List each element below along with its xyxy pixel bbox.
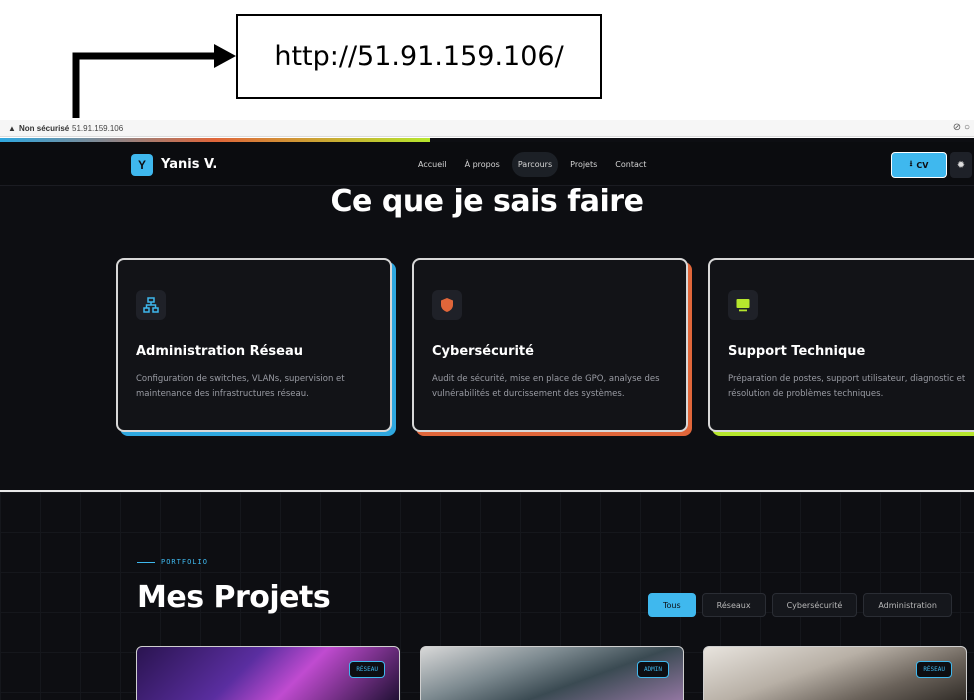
cv-download-button[interactable]: ⭳ CV <box>891 152 947 178</box>
card-title: Administration Réseau <box>136 344 304 359</box>
screenshot-root: http://51.91.159.106/ ▲ Non sécurisé 51.… <box>0 0 974 700</box>
network-icon <box>136 290 166 320</box>
download-icon: ⭳ <box>909 159 913 168</box>
portfolio-label: PORTFOLIO <box>137 558 208 566</box>
nav-links: Accueil À propos Parcours Projets Contac… <box>412 152 652 177</box>
card-title: Support Technique <box>728 344 866 359</box>
project-card[interactable]: RÉSEAU <box>136 646 400 700</box>
filter-administration[interactable]: Administration <box>863 593 952 617</box>
card-title: Cybersécurité <box>432 344 534 359</box>
filter-reseaux[interactable]: Réseaux <box>701 593 766 617</box>
project-card[interactable]: RÉSEAU <box>703 646 967 700</box>
logo-icon[interactable]: Y <box>131 154 153 176</box>
project-tag: RÉSEAU <box>916 661 952 678</box>
projects-section-title: Mes Projets <box>137 580 331 615</box>
brand-name[interactable]: Yanis V. <box>161 157 217 172</box>
filter-cybersecurite[interactable]: Cybersécurité <box>771 593 858 617</box>
project-tag: RÉSEAU <box>349 661 385 678</box>
label-line <box>137 561 155 563</box>
annotation-url-box: http://51.91.159.106/ <box>236 14 602 99</box>
nav-link-contact[interactable]: Contact <box>609 152 652 177</box>
skill-card-security: Cybersécurité Audit de sécurité, mise en… <box>412 258 694 438</box>
browser-address-bar[interactable]: ▲ Non sécurisé 51.91.159.106 ⊘ ○ <box>0 120 974 137</box>
annotation-url-text: http://51.91.159.106/ <box>274 41 564 72</box>
card-description: Préparation de postes, support utilisate… <box>728 374 966 399</box>
warning-icon: ▲ <box>8 124 16 133</box>
monitor-icon <box>728 290 758 320</box>
project-card[interactable]: ADMIN <box>420 646 684 700</box>
browser-extension-icon[interactable]: ⊘ ○ <box>953 122 970 133</box>
project-tag: ADMIN <box>636 661 669 678</box>
filter-tous[interactable]: Tous <box>648 593 696 617</box>
skill-card-network: Administration Réseau Configuration de s… <box>116 258 398 438</box>
cv-label: CV <box>916 160 929 170</box>
address-url[interactable]: 51.91.159.106 <box>72 124 123 133</box>
nav-link-parcours[interactable]: Parcours <box>511 152 559 177</box>
nav-link-a-propos[interactable]: À propos <box>459 152 506 177</box>
skills-section-title: Ce que je sais faire <box>330 184 644 219</box>
theme-toggle-button[interactable]: ✹ <box>950 152 972 178</box>
nav-link-accueil[interactable]: Accueil <box>412 152 453 177</box>
card-description: Configuration de switches, VLANs, superv… <box>136 374 345 399</box>
shield-icon <box>432 290 462 320</box>
sun-icon: ✹ <box>956 159 966 171</box>
website-viewport: Y Yanis V. Accueil À propos Parcours Pro… <box>0 138 974 700</box>
security-label: Non sécurisé <box>19 124 70 133</box>
site-navbar: Y Yanis V. Accueil À propos Parcours Pro… <box>0 142 974 186</box>
nav-link-projets[interactable]: Projets <box>564 152 603 177</box>
card-description: Audit de sécurité, mise en place de GPO,… <box>432 374 660 399</box>
project-filters: Tous Réseaux Cybersécurité Administratio… <box>648 593 952 617</box>
skill-card-support: Support Technique Préparation de postes,… <box>708 258 974 438</box>
